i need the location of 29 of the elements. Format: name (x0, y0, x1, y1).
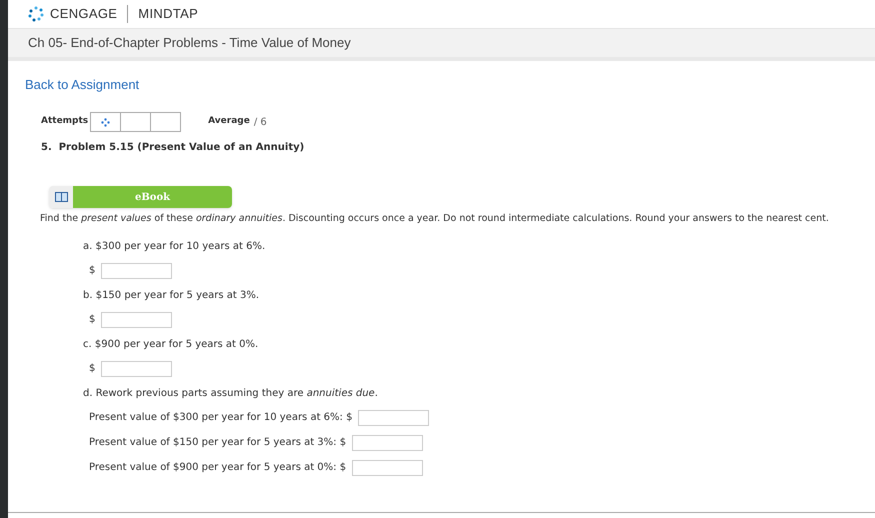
answer-field[interactable] (358, 410, 430, 426)
book-icon (54, 192, 68, 202)
part-prompt: c. $900 per year for 5 years at 0%. (83, 338, 258, 352)
instructions: Find the present values of these ordinary annuities. Discounting occurs once a year. Do not round intermediate calculations. Round your answers to the nearest cent. (40, 212, 829, 226)
page-title: Ch 05- End-of-Chapter Problems - Time Value of Money (28, 34, 351, 52)
part-prompt: a. $300 per year for 10 years at 6%. (83, 240, 266, 254)
average-value: / 6 (254, 116, 267, 130)
part-prompt: b. $150 per year for 5 years at 3%. (83, 288, 260, 303)
answer-field[interactable] (101, 360, 172, 377)
field-label: $ (89, 313, 96, 328)
answer-field[interactable] (352, 460, 424, 476)
field-label: Present value of $900 per year for 5 years at 0%: $ (89, 461, 346, 476)
part-prompt: d. Rework previous parts assuming they are annuities due. (83, 386, 378, 401)
dots-icon (101, 118, 110, 126)
product-name: MINDTAP (138, 5, 198, 24)
attempt-cell (151, 112, 182, 132)
logo-icon (28, 6, 44, 22)
average-label: Average (208, 115, 250, 128)
answer-field[interactable] (352, 434, 424, 451)
answer-field[interactable] (101, 262, 172, 279)
problem-title: 5. Problem 5.15 (Present Value of an Annuity) (41, 141, 306, 155)
attempts-label: Attempts (41, 115, 88, 128)
brand-name: CENGAGE (50, 5, 118, 24)
answer-field[interactable] (101, 312, 172, 328)
back-link[interactable]: Back to Assignment (25, 77, 140, 92)
field-label: Present value of $150 per year for 5 years at 3%: $ (89, 436, 346, 450)
field-label: Present value of $300 per year for 10 years at 6%: $ (89, 411, 352, 426)
field-label: $ (89, 264, 96, 278)
field-label: $ (89, 362, 96, 376)
